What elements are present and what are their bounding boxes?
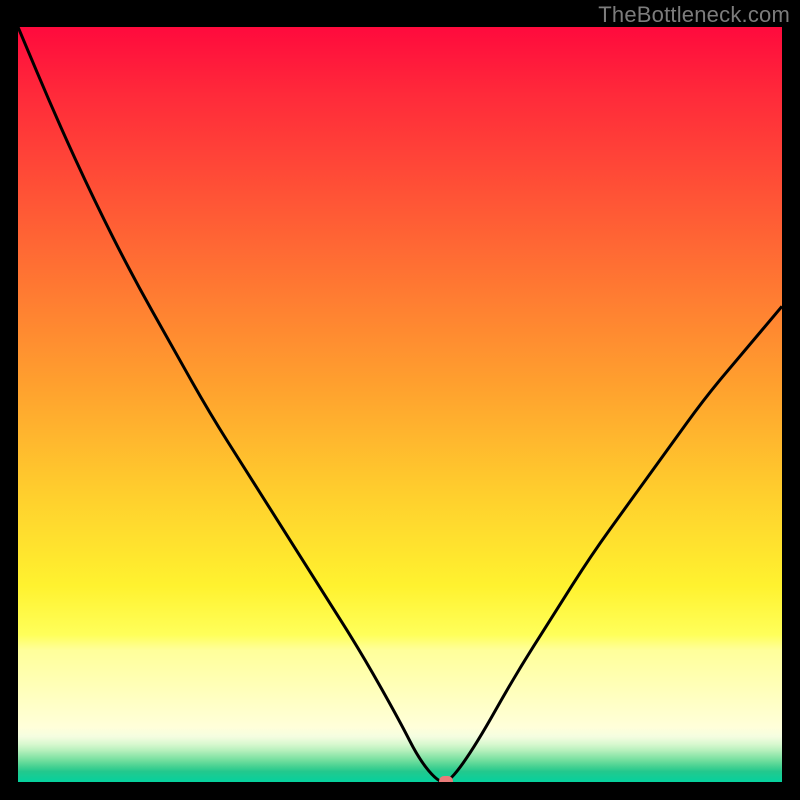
plot-area <box>18 27 782 782</box>
attribution-text: TheBottleneck.com <box>598 2 790 28</box>
optimal-point-marker <box>439 776 453 782</box>
bottleneck-curve <box>18 27 782 782</box>
chart-frame: TheBottleneck.com <box>0 0 800 800</box>
curve-path <box>18 27 782 782</box>
